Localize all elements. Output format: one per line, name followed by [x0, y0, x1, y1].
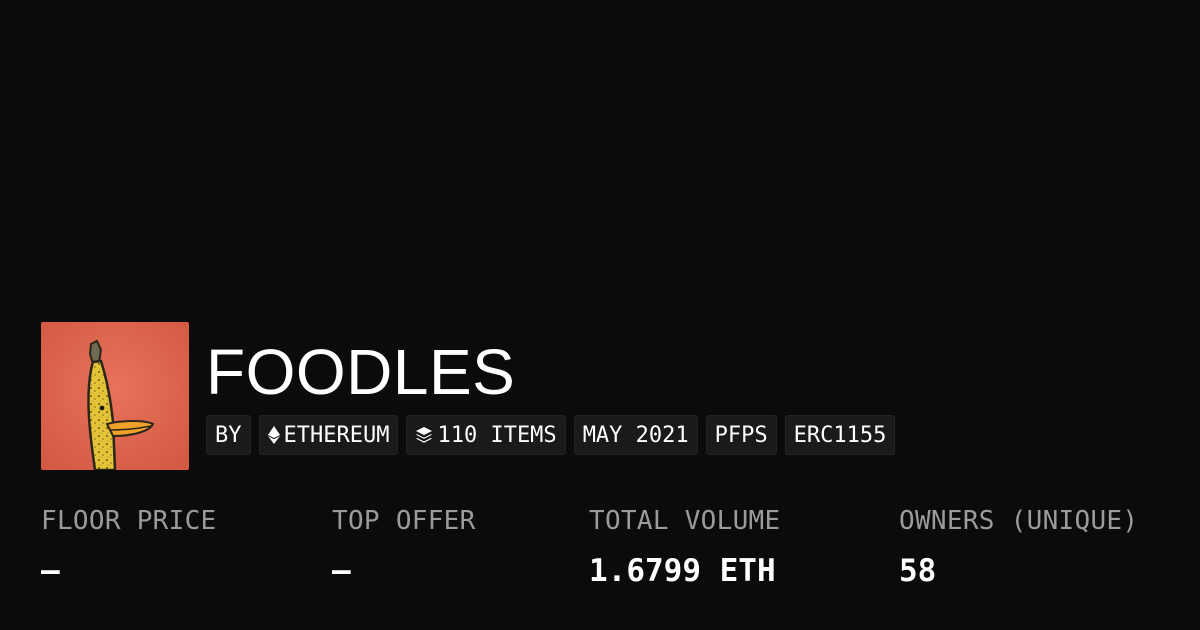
date-tag: MAY 2021: [573, 415, 698, 455]
floor-price-label: FLOOR PRICE: [41, 506, 217, 536]
total-volume-label: TOTAL VOLUME: [589, 506, 781, 536]
top-offer-stat: TOP OFFER –: [332, 503, 476, 589]
banana-duck-avatar-image: [41, 322, 189, 470]
total-volume-value: 1.6799 ETH: [589, 553, 776, 589]
chain-tag[interactable]: ETHEREUM: [258, 415, 399, 455]
chain-label: ETHEREUM: [283, 422, 390, 448]
owners-stat: OWNERS (UNIQUE) 58: [899, 503, 1138, 589]
layers-icon: [415, 426, 433, 444]
by-tag[interactable]: BY: [206, 415, 251, 455]
top-offer-value: –: [332, 553, 351, 589]
total-volume-stat: TOTAL VOLUME 1.6799 ETH: [589, 503, 780, 589]
category-tag[interactable]: PFPS: [705, 415, 777, 455]
top-offer-label: TOP OFFER: [332, 506, 476, 536]
items-tag[interactable]: 110 ITEMS: [406, 415, 566, 455]
owners-label: OWNERS (UNIQUE): [899, 506, 1139, 536]
category-label: PFPS: [714, 422, 768, 448]
owners-value: 58: [899, 553, 937, 589]
standard-label: ERC1155: [793, 422, 887, 448]
collection-tags: BY ETHEREUM 110 ITEMS MAY 2021 PFPS ERC1…: [206, 415, 896, 455]
items-count-label: 110 ITEMS: [437, 422, 557, 448]
collection-title: FOODLES: [206, 336, 516, 408]
ethereum-icon: [267, 426, 280, 444]
date-label: MAY 2021: [582, 422, 689, 448]
by-label: BY: [215, 422, 242, 448]
standard-tag: ERC1155: [784, 415, 896, 455]
collection-avatar: [41, 322, 189, 470]
floor-price-stat: FLOOR PRICE –: [41, 503, 217, 589]
floor-price-value: –: [41, 553, 60, 589]
